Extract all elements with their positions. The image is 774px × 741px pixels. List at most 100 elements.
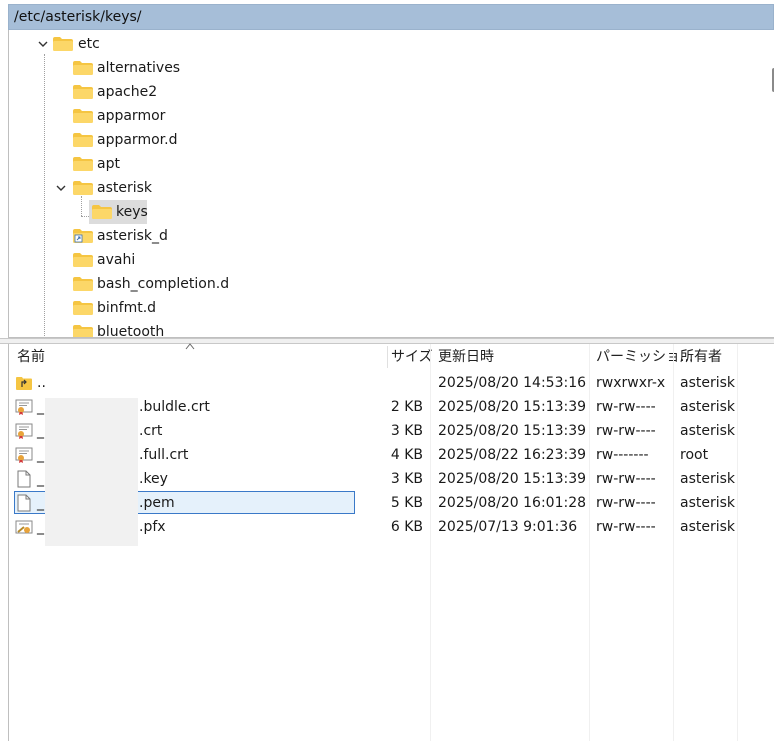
folder-icon xyxy=(73,85,93,99)
path-text: /etc/asterisk/keys/ xyxy=(14,9,142,25)
chevron-down-icon[interactable] xyxy=(53,180,69,196)
file-modified: 2025/08/20 15:13:39 xyxy=(438,423,587,439)
file-name: .. xyxy=(37,375,46,391)
folder-icon xyxy=(73,61,93,75)
column-header-owner[interactable]: 所有者 xyxy=(680,344,722,370)
file-icon xyxy=(17,494,31,512)
tree-item-apparmor-d[interactable]: apparmor.d xyxy=(71,128,371,152)
file-name: _ xyxy=(37,423,44,439)
folder-icon xyxy=(73,301,93,315)
tree-item-label: bluetooth xyxy=(97,324,165,338)
file-permissions: rw-rw---- xyxy=(596,519,656,535)
file-size: 3 KB xyxy=(390,471,423,487)
file-size: 3 KB xyxy=(390,423,423,439)
file-size: 6 KB xyxy=(390,519,423,535)
tree-item-label: avahi xyxy=(97,252,136,268)
certificate-icon xyxy=(15,447,33,463)
file-permissions: rw-rw---- xyxy=(596,423,656,439)
tree-item-label: asterisk xyxy=(97,180,153,196)
sort-ascending-icon xyxy=(185,343,195,350)
tree-item-label: apt xyxy=(97,156,120,172)
tree-item-avahi[interactable]: avahi xyxy=(71,248,371,272)
tree-item-label: asterisk_d xyxy=(97,228,168,244)
file-name: _ xyxy=(37,495,44,511)
pfx-icon xyxy=(15,520,33,534)
file-owner: asterisk xyxy=(680,471,736,487)
folder-icon xyxy=(73,253,93,267)
tree-item-label: apache2 xyxy=(97,84,158,100)
tree-item-apache2[interactable]: apache2 xyxy=(71,80,371,104)
file-owner: asterisk xyxy=(680,399,736,415)
column-header-permissions[interactable]: パーミッショ... xyxy=(596,344,693,370)
file-name: _ xyxy=(37,447,44,463)
folder-icon xyxy=(73,277,93,291)
tree-item-label: etc xyxy=(78,36,100,52)
tree-item-etc[interactable]: etc xyxy=(33,32,233,56)
path-bar[interactable]: /etc/asterisk/keys/ xyxy=(8,4,774,30)
file-owner: asterisk xyxy=(680,375,736,391)
file-icon xyxy=(17,470,31,488)
file-modified: 2025/07/13 9:01:36 xyxy=(438,519,578,535)
file-modified: 2025/08/20 16:01:28 xyxy=(438,495,587,511)
tree-item-bluetooth[interactable]: bluetooth xyxy=(71,320,371,338)
file-permissions: rwxrwxr-x xyxy=(596,375,666,391)
file-owner: asterisk xyxy=(680,495,736,511)
folder-tree[interactable]: etc alternatives apache2 apparmor apparm… xyxy=(8,30,774,338)
folder-icon xyxy=(73,325,93,337)
tree-item-binfmt-d[interactable]: binfmt.d xyxy=(71,296,371,320)
file-modified: 2025/08/20 14:53:16 xyxy=(438,375,587,391)
file-permissions: rw-rw---- xyxy=(596,495,656,511)
folder-icon xyxy=(73,181,93,195)
column-header-name[interactable]: 名前 xyxy=(17,344,45,370)
tree-item-asterisk-d[interactable]: asterisk_d xyxy=(71,224,371,248)
tree-item-apt[interactable]: apt xyxy=(71,152,371,176)
tree-guide-line xyxy=(44,54,45,337)
parent-folder-icon xyxy=(16,377,32,390)
file-owner: asterisk xyxy=(680,423,736,439)
file-modified: 2025/08/20 15:13:39 xyxy=(438,471,587,487)
tree-item-keys[interactable]: keys xyxy=(89,200,148,224)
folder-icon xyxy=(92,205,112,219)
tree-item-label: keys xyxy=(116,204,148,220)
file-name: _ xyxy=(37,519,44,535)
file-size: 2 KB xyxy=(390,399,423,415)
file-row-parent[interactable]: .. 2025/08/20 14:53:16 rwxrwxr-x asteris… xyxy=(9,371,774,395)
file-size: 5 KB xyxy=(390,495,423,511)
tree-item-label: bash_completion.d xyxy=(97,276,230,292)
file-name: _ xyxy=(37,471,44,487)
file-name-suffix: .buldle.crt xyxy=(139,399,210,415)
tree-item-label: alternatives xyxy=(97,60,181,76)
file-owner: root xyxy=(680,447,709,463)
tree-item-asterisk[interactable]: asterisk xyxy=(53,176,353,200)
file-name-suffix: .full.crt xyxy=(139,447,189,463)
file-modified: 2025/08/22 16:23:39 xyxy=(438,447,587,463)
chevron-down-icon[interactable] xyxy=(35,36,51,52)
folder-link-icon xyxy=(73,229,93,243)
tree-item-bash-completion-d[interactable]: bash_completion.d xyxy=(71,272,371,296)
folder-icon xyxy=(73,109,93,123)
folder-icon xyxy=(73,157,93,171)
file-modified: 2025/08/20 15:13:39 xyxy=(438,399,587,415)
tree-item-label: binfmt.d xyxy=(97,300,157,316)
file-name: _ xyxy=(37,399,44,415)
file-name-suffix: .key xyxy=(139,471,168,487)
tree-item-apparmor[interactable]: apparmor xyxy=(71,104,371,128)
file-permissions: rw-rw---- xyxy=(596,471,656,487)
certificate-icon xyxy=(15,399,33,415)
column-separator[interactable] xyxy=(387,346,388,368)
column-header-size[interactable]: サイズ xyxy=(391,344,433,370)
folder-icon xyxy=(73,133,93,147)
folder-icon xyxy=(53,37,73,51)
file-permissions: rw-rw---- xyxy=(596,399,656,415)
redaction-block xyxy=(45,398,138,546)
file-owner: asterisk xyxy=(680,519,736,535)
file-size: 4 KB xyxy=(390,447,423,463)
column-header-modified[interactable]: 更新日時 xyxy=(438,344,494,370)
file-permissions: rw------- xyxy=(596,447,649,463)
tree-item-label: apparmor.d xyxy=(97,132,178,148)
file-name-suffix: .pem xyxy=(139,495,175,511)
file-name-suffix: .crt xyxy=(139,423,163,439)
tree-item-alternatives[interactable]: alternatives xyxy=(71,56,371,80)
file-name-suffix: .pfx xyxy=(139,519,166,535)
certificate-icon xyxy=(15,423,33,439)
